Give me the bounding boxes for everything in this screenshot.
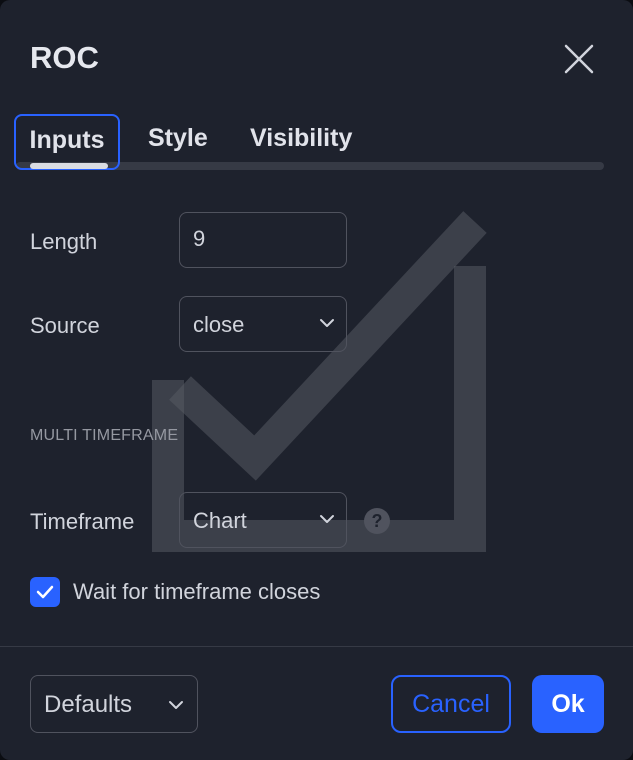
- section-title: MULTI TIMEFRAME: [30, 427, 179, 444]
- timeframe-value: Chart: [193, 508, 247, 533]
- wait-closes-checkbox[interactable]: [30, 577, 60, 607]
- footer-divider: [0, 646, 633, 647]
- indicator-settings-dialog: ROC Inputs Style Visibility Length Sourc…: [0, 0, 633, 760]
- chevron-down-icon: [320, 515, 334, 523]
- ok-button[interactable]: Ok: [532, 675, 604, 733]
- length-label: Length: [30, 229, 98, 254]
- dialog-title: ROC: [30, 40, 99, 75]
- chevron-down-icon: [320, 319, 334, 327]
- tab-visibility[interactable]: Visibility: [250, 114, 352, 170]
- chevron-down-icon: [169, 701, 183, 709]
- source-value: close: [193, 312, 245, 337]
- timeframe-label: Timeframe: [30, 509, 135, 534]
- source-label: Source: [30, 313, 100, 338]
- length-input[interactable]: [193, 226, 323, 252]
- wait-closes-label[interactable]: Wait for timeframe closes: [73, 579, 320, 605]
- cancel-button[interactable]: Cancel: [391, 675, 511, 733]
- defaults-dropdown[interactable]: Defaults: [30, 675, 198, 733]
- tab-inputs[interactable]: Inputs: [14, 114, 120, 170]
- active-tab-indicator: [30, 163, 108, 169]
- tab-style[interactable]: Style: [148, 114, 208, 170]
- timeframe-select[interactable]: Chart: [179, 492, 347, 548]
- check-icon: [36, 585, 54, 599]
- source-select[interactable]: close: [179, 296, 347, 352]
- question-circle-icon[interactable]: ?: [364, 508, 390, 534]
- close-icon[interactable]: [562, 42, 596, 76]
- defaults-label: Defaults: [44, 691, 133, 718]
- length-field[interactable]: [179, 212, 347, 268]
